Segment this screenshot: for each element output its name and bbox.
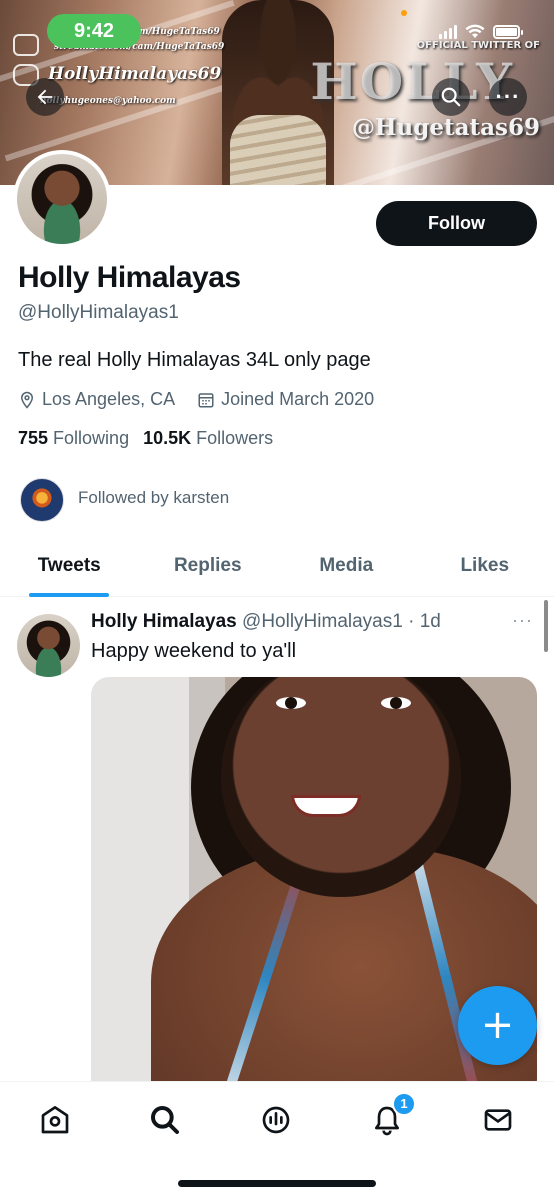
search-icon xyxy=(441,87,461,107)
spaces-icon xyxy=(262,1106,290,1134)
nav-spaces[interactable] xyxy=(256,1100,296,1140)
notification-badge: 1 xyxy=(392,1092,416,1116)
nav-home[interactable] xyxy=(35,1100,75,1140)
search-icon xyxy=(151,1106,179,1134)
battery-icon xyxy=(493,24,523,39)
privacy-indicator xyxy=(401,10,407,16)
profile-meta: Los Angeles, CA Joined March 2020 xyxy=(18,389,374,410)
banner-holly: HOLLY xyxy=(310,52,514,111)
nav-search[interactable] xyxy=(145,1100,185,1140)
home-indicator[interactable] xyxy=(178,1180,376,1187)
search-button[interactable] xyxy=(432,78,470,116)
arrow-left-icon xyxy=(37,89,53,105)
profile-handle: @HollyHimalayas1 xyxy=(18,302,179,323)
scrollbar[interactable] xyxy=(544,600,548,652)
camera-icon xyxy=(13,34,39,56)
following-link[interactable]: 755 Following xyxy=(18,428,129,449)
tab-tweets[interactable]: Tweets xyxy=(0,544,139,596)
tweet-text: Happy weekend to ya'll xyxy=(91,640,297,662)
more-icon: ··· xyxy=(495,84,521,109)
tweet-avatar[interactable] xyxy=(17,614,80,677)
tweet-header: Holly Himalayas @HollyHimalayas1 · 1d xyxy=(91,611,441,633)
tweet-author[interactable]: Holly Himalayas xyxy=(91,611,237,632)
compose-tweet-button[interactable]: + xyxy=(458,986,537,1065)
profile-avatar[interactable] xyxy=(13,150,111,248)
followed-by-text[interactable]: Followed by karsten xyxy=(78,488,229,508)
nav-messages[interactable] xyxy=(478,1100,518,1140)
status-icons xyxy=(439,24,523,39)
cellular-signal-icon xyxy=(439,24,457,39)
messages-icon xyxy=(484,1109,512,1131)
calendar-icon xyxy=(198,392,214,407)
follower-avatar[interactable] xyxy=(20,478,64,522)
profile-bio: The real Holly Himalayas 34L only page xyxy=(18,349,371,371)
tab-replies[interactable]: Replies xyxy=(139,544,278,596)
followers-link[interactable]: 10.5K Followers xyxy=(143,428,273,449)
follow-counts: 755 Following 10.5K Followers xyxy=(18,428,273,449)
tab-media[interactable]: Media xyxy=(277,544,416,596)
tweet-meta: @HollyHimalayas1 · 1d xyxy=(242,611,441,632)
banner-instagram: HollyHimalayas69 xyxy=(48,64,222,84)
status-time[interactable]: 9:42 xyxy=(47,14,141,48)
wifi-icon xyxy=(465,24,485,38)
banner-handle: @Hugetatas69 xyxy=(351,114,540,141)
home-icon xyxy=(41,1106,69,1134)
more-options-button[interactable]: ··· xyxy=(489,78,527,116)
profile-location: Los Angeles, CA xyxy=(42,389,176,409)
back-button[interactable] xyxy=(26,78,64,116)
profile-tabs: Tweets Replies Media Likes xyxy=(0,544,554,597)
banner-official: OFFICIAL TWITTER OF xyxy=(416,40,540,51)
profile-name: Holly Himalayas xyxy=(18,261,241,294)
follow-button[interactable]: Follow xyxy=(376,201,537,246)
profile-joined: Joined March 2020 xyxy=(221,389,375,409)
tab-likes[interactable]: Likes xyxy=(416,544,554,596)
location-pin-icon xyxy=(20,391,34,409)
tweet-more-icon[interactable]: ··· xyxy=(512,610,533,631)
